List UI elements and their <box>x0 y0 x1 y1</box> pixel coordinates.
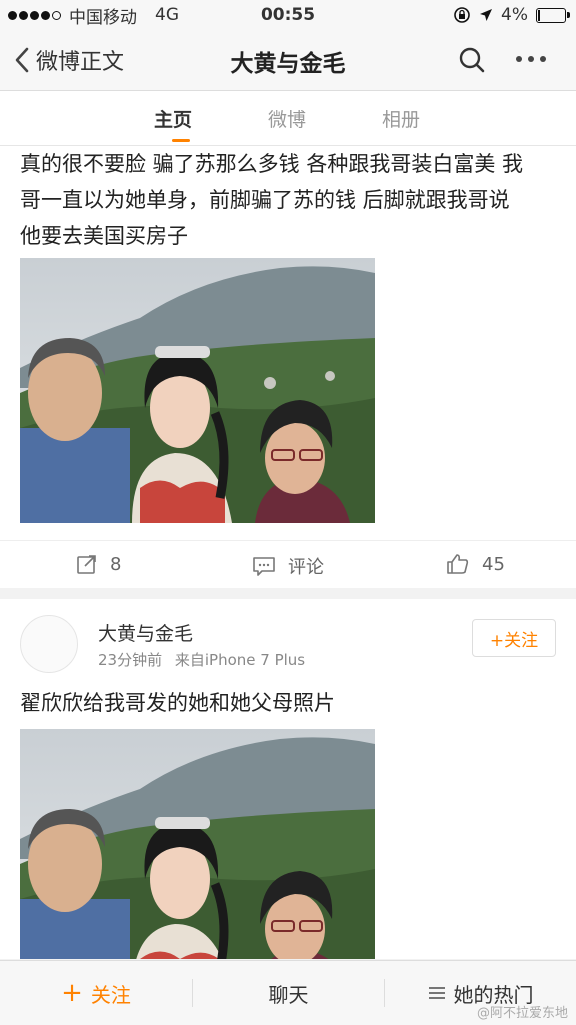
comment-label: 评论 <box>288 557 324 578</box>
repost-count: 8 <box>110 553 122 575</box>
status-left: 中国移动 4G <box>8 3 179 28</box>
back-button[interactable]: 微博正文 <box>14 44 124 76</box>
tab-album[interactable]: 相册 <box>382 105 420 132</box>
profile-tabs: 主页 微博 相册 <box>0 91 576 146</box>
repost-button[interactable]: 8 <box>76 553 121 575</box>
author-name[interactable]: 大黄与金毛 <box>98 619 193 646</box>
repost-icon <box>77 555 96 574</box>
search-button[interactable] <box>458 46 486 78</box>
post-text-line: 哥一直以为她单身，前脚骗了苏的钱 后脚就跟我哥说 <box>20 188 510 212</box>
follow-toolbar-button[interactable]: + 关注 <box>0 961 192 1025</box>
family-photo-image <box>20 729 375 959</box>
post-text: 翟欣欣给我哥发的她和她父母照片 <box>20 691 335 715</box>
post-meta: 23分钟前 来自iPhone 7 Plus <box>98 649 305 670</box>
like-count: 45 <box>482 553 505 575</box>
post-time: 23分钟前 <box>98 651 163 669</box>
battery-percent: 4% <box>501 5 528 25</box>
network-type: 4G <box>155 5 179 25</box>
bottom-toolbar: + 关注 聊天 她的热门 @阿不拉爱东地 <box>0 960 576 1025</box>
active-tab-indicator <box>172 139 190 142</box>
chat-button[interactable]: 聊天 <box>193 961 384 1025</box>
back-label: 微博正文 <box>36 50 125 75</box>
post-source: 来自iPhone 7 Plus <box>174 651 306 669</box>
carrier-name: 中国移动 <box>69 7 137 28</box>
tab-label: 相册 <box>382 109 421 131</box>
chevron-left-icon <box>15 47 29 73</box>
battery-icon <box>536 7 570 23</box>
post-text-line: 他要去美国买房子 <box>20 224 188 248</box>
comment-icon <box>253 557 275 576</box>
status-right: 4% <box>453 5 570 25</box>
status-bar: 中国移动 4G 00:55 4% <box>0 0 576 30</box>
tab-home[interactable]: 主页 <box>154 105 193 142</box>
rotation-lock-icon <box>454 7 470 23</box>
tab-weibo[interactable]: 微博 <box>268 105 306 132</box>
location-arrow-icon <box>480 9 493 21</box>
nav-bar: 微博正文 大黄与金毛 <box>0 30 576 91</box>
post-text: 真的很不要脸 骗了苏那么多钱 各种跟我哥装白富美 我 哥一直以为她单身，前脚骗了… <box>20 146 556 254</box>
comment-button[interactable]: 评论 <box>252 553 324 579</box>
watermark: @阿不拉爱东地 <box>476 1006 568 1021</box>
more-options-icon[interactable] <box>516 56 546 62</box>
chat-label: 聊天 <box>268 982 309 1007</box>
plus-icon: + <box>61 978 83 1008</box>
follow-toolbar-label: 关注 <box>90 982 131 1007</box>
like-button[interactable]: 45 <box>446 553 505 575</box>
search-icon <box>459 47 485 73</box>
tab-label: 微博 <box>268 109 307 131</box>
list-menu-icon <box>428 987 445 999</box>
thumbs-up-icon <box>447 554 469 574</box>
signal-strength-icon <box>8 5 63 25</box>
follow-button[interactable]: +关注 <box>472 619 556 657</box>
post-text-line: 真的很不要脸 骗了苏那么多钱 各种跟我哥装白富美 我 <box>20 152 524 176</box>
post-actions: 8 评论 45 <box>0 540 576 589</box>
tab-label: 主页 <box>154 109 193 131</box>
post-photo[interactable] <box>20 729 375 959</box>
avatar[interactable] <box>20 615 78 673</box>
weibo-post: 真的很不要脸 骗了苏那么多钱 各种跟我哥装白富美 我 哥一直以为她单身，前脚骗了… <box>0 146 576 588</box>
family-photo-image <box>20 258 375 523</box>
post-photo[interactable] <box>20 258 375 523</box>
weibo-post: 大黄与金毛 23分钟前 来自iPhone 7 Plus +关注 翟欣欣给我哥发的… <box>0 599 576 959</box>
